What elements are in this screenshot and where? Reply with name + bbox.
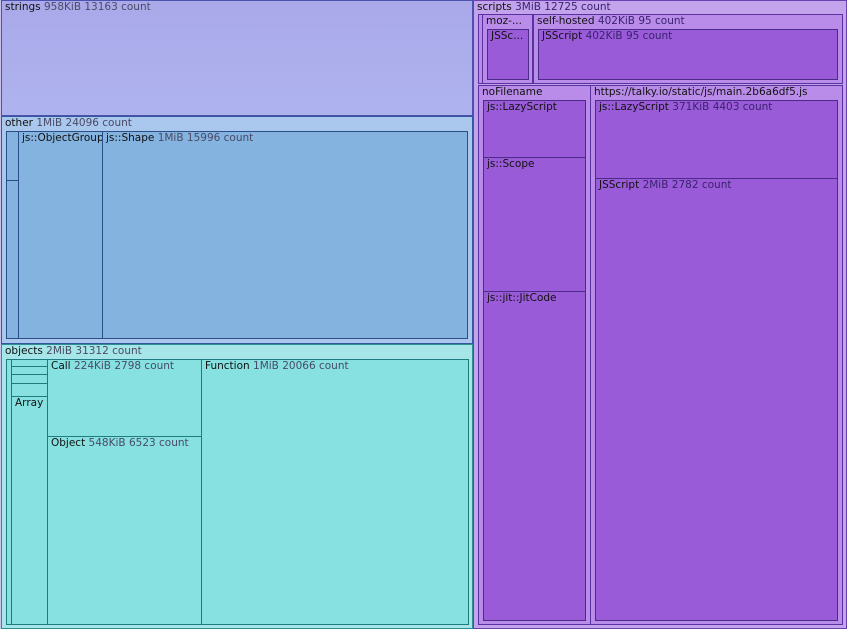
treemap-node-moz-jsscript[interactable]: JSSc... (487, 29, 529, 80)
treemap-node-lazy-script[interactable]: js::LazyScript 371KiB 4403 count (595, 100, 838, 179)
node-count: 20066 count (282, 360, 349, 372)
node-name: js::Shape (106, 132, 155, 144)
treemap-node-small[interactable] (11, 383, 48, 397)
node-count: 4403 count (712, 101, 773, 113)
node-name: Function (205, 360, 250, 372)
node-label: js::Shape 1MiB 15996 count (106, 132, 253, 145)
node-label: JSScript 2MiB 2782 count (599, 179, 731, 192)
treemap-node-jit-code[interactable]: js::jit::JitCode (483, 291, 586, 621)
node-label: Object 548KiB 6523 count (51, 437, 189, 450)
node-size: 2MiB (642, 179, 669, 191)
treemap-node-scripts[interactable]: scripts 3MiB 12725 count moz-... JSSc...… (473, 0, 847, 629)
treemap-node-object[interactable]: Object 548KiB 6523 count (47, 436, 202, 625)
node-size: 958KiB (43, 1, 82, 13)
treemap-node-other[interactable]: other 1MiB 24096 count js::ObjectGroup j… (1, 116, 473, 344)
node-count: 15996 count (186, 132, 254, 144)
node-name: JSSc... (491, 30, 524, 42)
node-size: 402KiB (585, 30, 623, 42)
node-label: strings 958KiB 13163 count (5, 1, 151, 14)
node-count: 2782 count (671, 179, 732, 191)
treemap-node-self-hosted[interactable]: self-hosted 402KiB 95 count JSScript 402… (533, 14, 843, 84)
treemap-node-talky-main-js[interactable]: https://talky.io/static/js/main.2b6a6df5… (590, 85, 843, 625)
node-name: JSScript (599, 179, 640, 191)
treemap-node-jsscript[interactable]: JSScript 2MiB 2782 count (595, 178, 838, 621)
node-label: scripts 3MiB 12725 count (477, 1, 611, 14)
node-name: js::LazyScript (487, 101, 557, 113)
node-name: Array (15, 397, 44, 409)
node-size: 2MiB (46, 345, 73, 357)
node-name: https://talky.io/static/js/main.2b6a6df5… (594, 86, 808, 98)
node-count: 95 count (625, 30, 673, 42)
node-name: js::Scope (487, 158, 535, 170)
treemap-node-object-group[interactable]: js::ObjectGroup (18, 131, 103, 339)
node-name: strings (5, 1, 41, 13)
node-size: 402KiB (597, 15, 635, 27)
node-name: moz-... (486, 15, 522, 27)
treemap-node-function[interactable]: Function 1MiB 20066 count (201, 359, 469, 625)
node-name: self-hosted (537, 15, 595, 27)
node-count: 6523 count (128, 437, 189, 449)
node-name: js::jit::JitCode (487, 292, 557, 304)
node-label: self-hosted 402KiB 95 count (537, 15, 685, 28)
node-name: noFilename (482, 86, 543, 98)
treemap-node-call[interactable]: Call 224KiB 2798 count (47, 359, 202, 437)
node-name: other (5, 117, 33, 129)
node-size: 3MiB (515, 1, 541, 13)
node-count: 95 count (638, 15, 685, 27)
node-size: 224KiB (73, 360, 112, 372)
treemap-node-no-filename[interactable]: noFilename js::LazyScript js::Scope js::… (478, 85, 591, 625)
node-label: objects 2MiB 31312 count (5, 345, 142, 358)
node-name: objects (5, 345, 43, 357)
treemap-node-strings[interactable]: strings 958KiB 13163 count (1, 0, 473, 116)
node-size: 548KiB (88, 437, 126, 449)
node-count: 13163 count (84, 1, 151, 13)
node-count: 24096 count (65, 117, 132, 129)
treemap-node-array[interactable]: Array (11, 396, 48, 625)
treemap-node-jsscript[interactable]: JSScript 402KiB 95 count (538, 29, 838, 80)
node-size: 1MiB (36, 117, 63, 129)
treemap-node-shape[interactable]: js::Shape 1MiB 15996 count (102, 131, 468, 339)
node-label: js::LazyScript 371KiB 4403 count (599, 101, 772, 114)
node-count: 31312 count (75, 345, 142, 357)
node-size: 1MiB (253, 360, 279, 372)
treemap-node-objects[interactable]: objects 2MiB 31312 count Array Call 224K… (1, 344, 473, 629)
node-label: other 1MiB 24096 count (5, 117, 132, 130)
node-count: 2798 count (114, 360, 175, 372)
node-name: scripts (477, 1, 512, 13)
node-name: js::LazyScript (599, 101, 669, 113)
node-label: Call 224KiB 2798 count (51, 360, 174, 373)
node-name: Call (51, 360, 71, 372)
node-label: JSScript 402KiB 95 count (542, 30, 672, 43)
treemap-node-moz[interactable]: moz-... JSSc... (482, 14, 533, 84)
node-name: Object (51, 437, 86, 449)
node-count: 12725 count (544, 1, 611, 13)
node-name: js::ObjectGroup (22, 132, 103, 144)
node-size: 371KiB (672, 101, 710, 113)
node-size: 1MiB (157, 132, 184, 144)
treemap-node-scope[interactable]: js::Scope (483, 157, 586, 292)
treemap-node-lazy-script[interactable]: js::LazyScript (483, 100, 586, 158)
node-name: JSScript (542, 30, 583, 42)
node-label: Function 1MiB 20066 count (205, 360, 349, 373)
